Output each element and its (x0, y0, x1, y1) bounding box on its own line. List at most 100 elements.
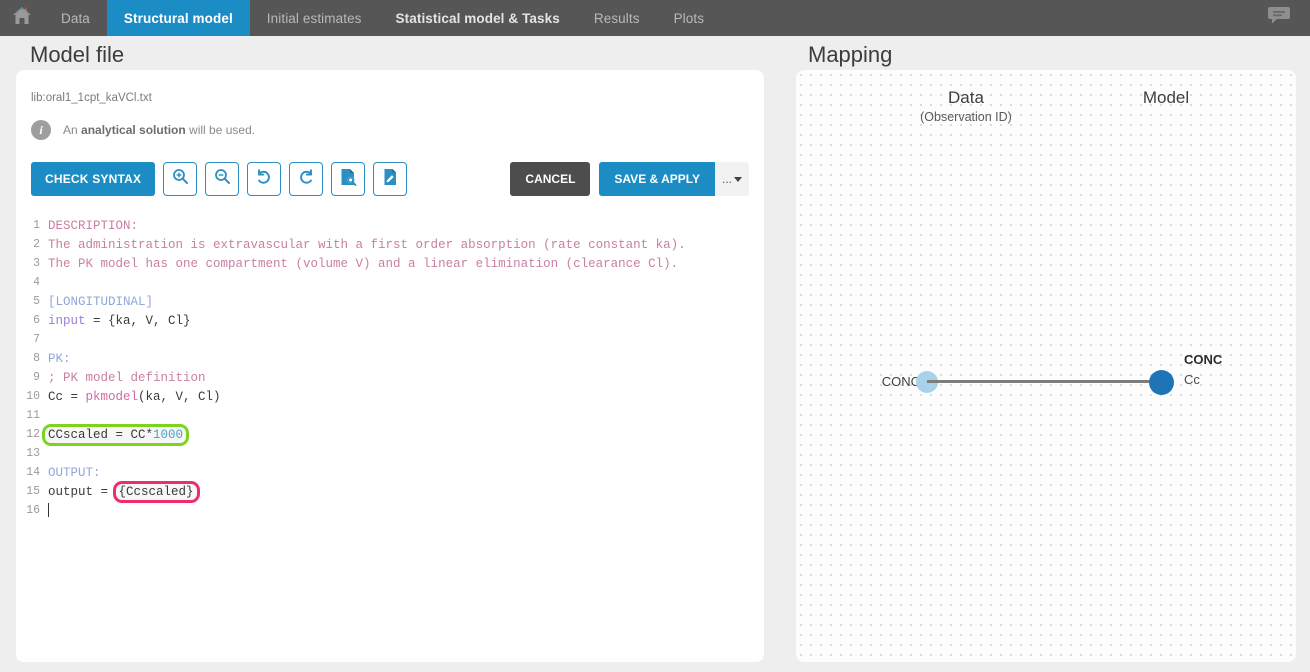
zoom-in-button[interactable] (163, 162, 197, 196)
line-number: 2 (17, 238, 48, 251)
mapping-link-line (927, 380, 1162, 383)
home-icon (12, 6, 32, 30)
code-token: = {ka, V, Cl} (86, 314, 191, 328)
info-bold: analytical solution (81, 123, 186, 137)
code-line: 14OUTPUT: (17, 463, 763, 482)
code-line: 4 (17, 273, 763, 292)
line-number: 5 (17, 295, 48, 308)
line-number: 10 (17, 390, 48, 403)
zoom-in-icon (172, 168, 189, 190)
tab-data[interactable]: Data (44, 0, 107, 36)
mapping-model-node-labels: CONC Cc (1184, 352, 1222, 387)
code-line-content[interactable]: OUTPUT: (48, 466, 101, 480)
info-prefix: An (63, 123, 81, 137)
code-token: (ka, V, Cl) (138, 390, 221, 404)
tab-results[interactable]: Results (577, 0, 657, 36)
model-file-card: lib:oral1_1cpt_kaVCl.txt i An analytical… (16, 70, 764, 662)
code-line-content[interactable]: output = {Ccscaled} (48, 484, 197, 500)
line-number: 4 (17, 276, 48, 289)
code-token: The administration is extravascular with… (48, 238, 686, 252)
file-search-icon (340, 168, 357, 191)
line-number: 11 (17, 409, 48, 422)
code-line: 12CCscaled = CC*1000 (17, 425, 763, 444)
line-number: 14 (17, 466, 48, 479)
chat-bubble-icon (1268, 6, 1290, 30)
code-token: output = (48, 485, 116, 499)
code-token: input (48, 314, 86, 328)
mapping-panel: Mapping Data (Observation ID) Model CONC… (796, 42, 1296, 662)
home-button[interactable] (0, 0, 44, 36)
model-file-panel: Model file lib:oral1_1cpt_kaVCl.txt i An… (16, 42, 764, 662)
top-navigation-bar: Data Structural model Initial estimates … (0, 0, 1310, 36)
line-number: 16 (17, 504, 48, 517)
redo-button[interactable] (289, 162, 323, 196)
info-suffix: will be used. (186, 123, 255, 137)
zoom-out-button[interactable] (205, 162, 239, 196)
code-line: 6input = {ka, V, Cl} (17, 311, 763, 330)
pink-highlight-box: {Ccscaled} (116, 484, 197, 500)
code-line-content[interactable]: CCscaled = CC*1000 (48, 427, 186, 443)
line-number: 15 (17, 485, 48, 498)
code-token: [LONGITUDINAL] (48, 295, 153, 309)
check-syntax-button[interactable]: CHECK SYNTAX (31, 162, 155, 196)
tab-structural-model[interactable]: Structural model (107, 0, 250, 36)
code-token: 1000 (153, 428, 183, 442)
redo-icon (297, 168, 315, 191)
file-search-button[interactable] (331, 162, 365, 196)
code-token: ; PK model definition (48, 371, 206, 385)
code-line-content[interactable]: [LONGITUDINAL] (48, 295, 153, 309)
cancel-button[interactable]: CANCEL (510, 162, 590, 196)
line-number: 8 (17, 352, 48, 365)
code-line: 9; PK model definition (17, 368, 763, 387)
code-line: 2The administration is extravascular wit… (17, 235, 763, 254)
line-number: 6 (17, 314, 48, 327)
code-token: OUTPUT: (48, 466, 101, 480)
tab-initial-estimates[interactable]: Initial estimates (250, 0, 379, 36)
mapping-model-node-variable: Cc (1184, 372, 1222, 387)
tab-statistical-model-and-tasks[interactable]: Statistical model & Tasks (379, 0, 577, 36)
line-number: 13 (17, 447, 48, 460)
code-line-content[interactable]: ; PK model definition (48, 371, 206, 385)
code-line: 16 (17, 501, 763, 520)
code-line-content[interactable]: PK: (48, 352, 71, 366)
line-number: 12 (17, 428, 48, 441)
undo-icon (255, 168, 273, 191)
green-highlight-box: CCscaled = CC*1000 (45, 427, 186, 443)
code-line: 8PK: (17, 349, 763, 368)
mapping-data-node-label: CONC (850, 374, 920, 389)
file-edit-icon (383, 168, 398, 191)
chevron-down-icon (734, 177, 742, 182)
line-number: 9 (17, 371, 48, 384)
line-number: 3 (17, 257, 48, 270)
mapping-model-node[interactable] (1149, 370, 1174, 395)
code-line: 1DESCRIPTION: (17, 216, 763, 235)
code-editor[interactable]: 1DESCRIPTION:2The administration is extr… (17, 216, 763, 660)
mapping-model-node-name: CONC (1184, 352, 1222, 367)
mapping-canvas[interactable]: Data (Observation ID) Model CONC CONC Cc (796, 70, 1296, 662)
code-line: 10Cc = pkmodel(ka, V, Cl) (17, 387, 763, 406)
more-options-label: ... (722, 172, 732, 186)
zoom-out-icon (214, 168, 231, 190)
code-line-content[interactable]: The PK model has one compartment (volume… (48, 257, 678, 271)
more-options-button[interactable]: ... (715, 162, 749, 196)
code-line-content[interactable]: Cc = pkmodel(ka, V, Cl) (48, 390, 221, 404)
code-line-content[interactable]: input = {ka, V, Cl} (48, 314, 191, 328)
page-title: Model file (30, 42, 764, 68)
code-token: The PK model has one compartment (volume… (48, 257, 678, 271)
file-edit-button[interactable] (373, 162, 407, 196)
code-line-content[interactable]: DESCRIPTION: (48, 219, 138, 233)
code-line-content[interactable]: The administration is extravascular with… (48, 238, 686, 252)
mapping-title: Mapping (808, 42, 1296, 68)
save-apply-button[interactable]: SAVE & APPLY (599, 162, 715, 196)
analytical-solution-notice: i An analytical solution will be used. (31, 120, 255, 140)
text-cursor (48, 503, 49, 517)
tab-plots[interactable]: Plots (657, 0, 722, 36)
code-line: 11 (17, 406, 763, 425)
code-line: 5[LONGITUDINAL] (17, 292, 763, 311)
code-line: 7 (17, 330, 763, 349)
code-line: 3The PK model has one compartment (volum… (17, 254, 763, 273)
code-token: DESCRIPTION: (48, 219, 138, 233)
code-line-content[interactable] (48, 503, 49, 517)
undo-button[interactable] (247, 162, 281, 196)
chat-button[interactable] (1258, 0, 1300, 36)
